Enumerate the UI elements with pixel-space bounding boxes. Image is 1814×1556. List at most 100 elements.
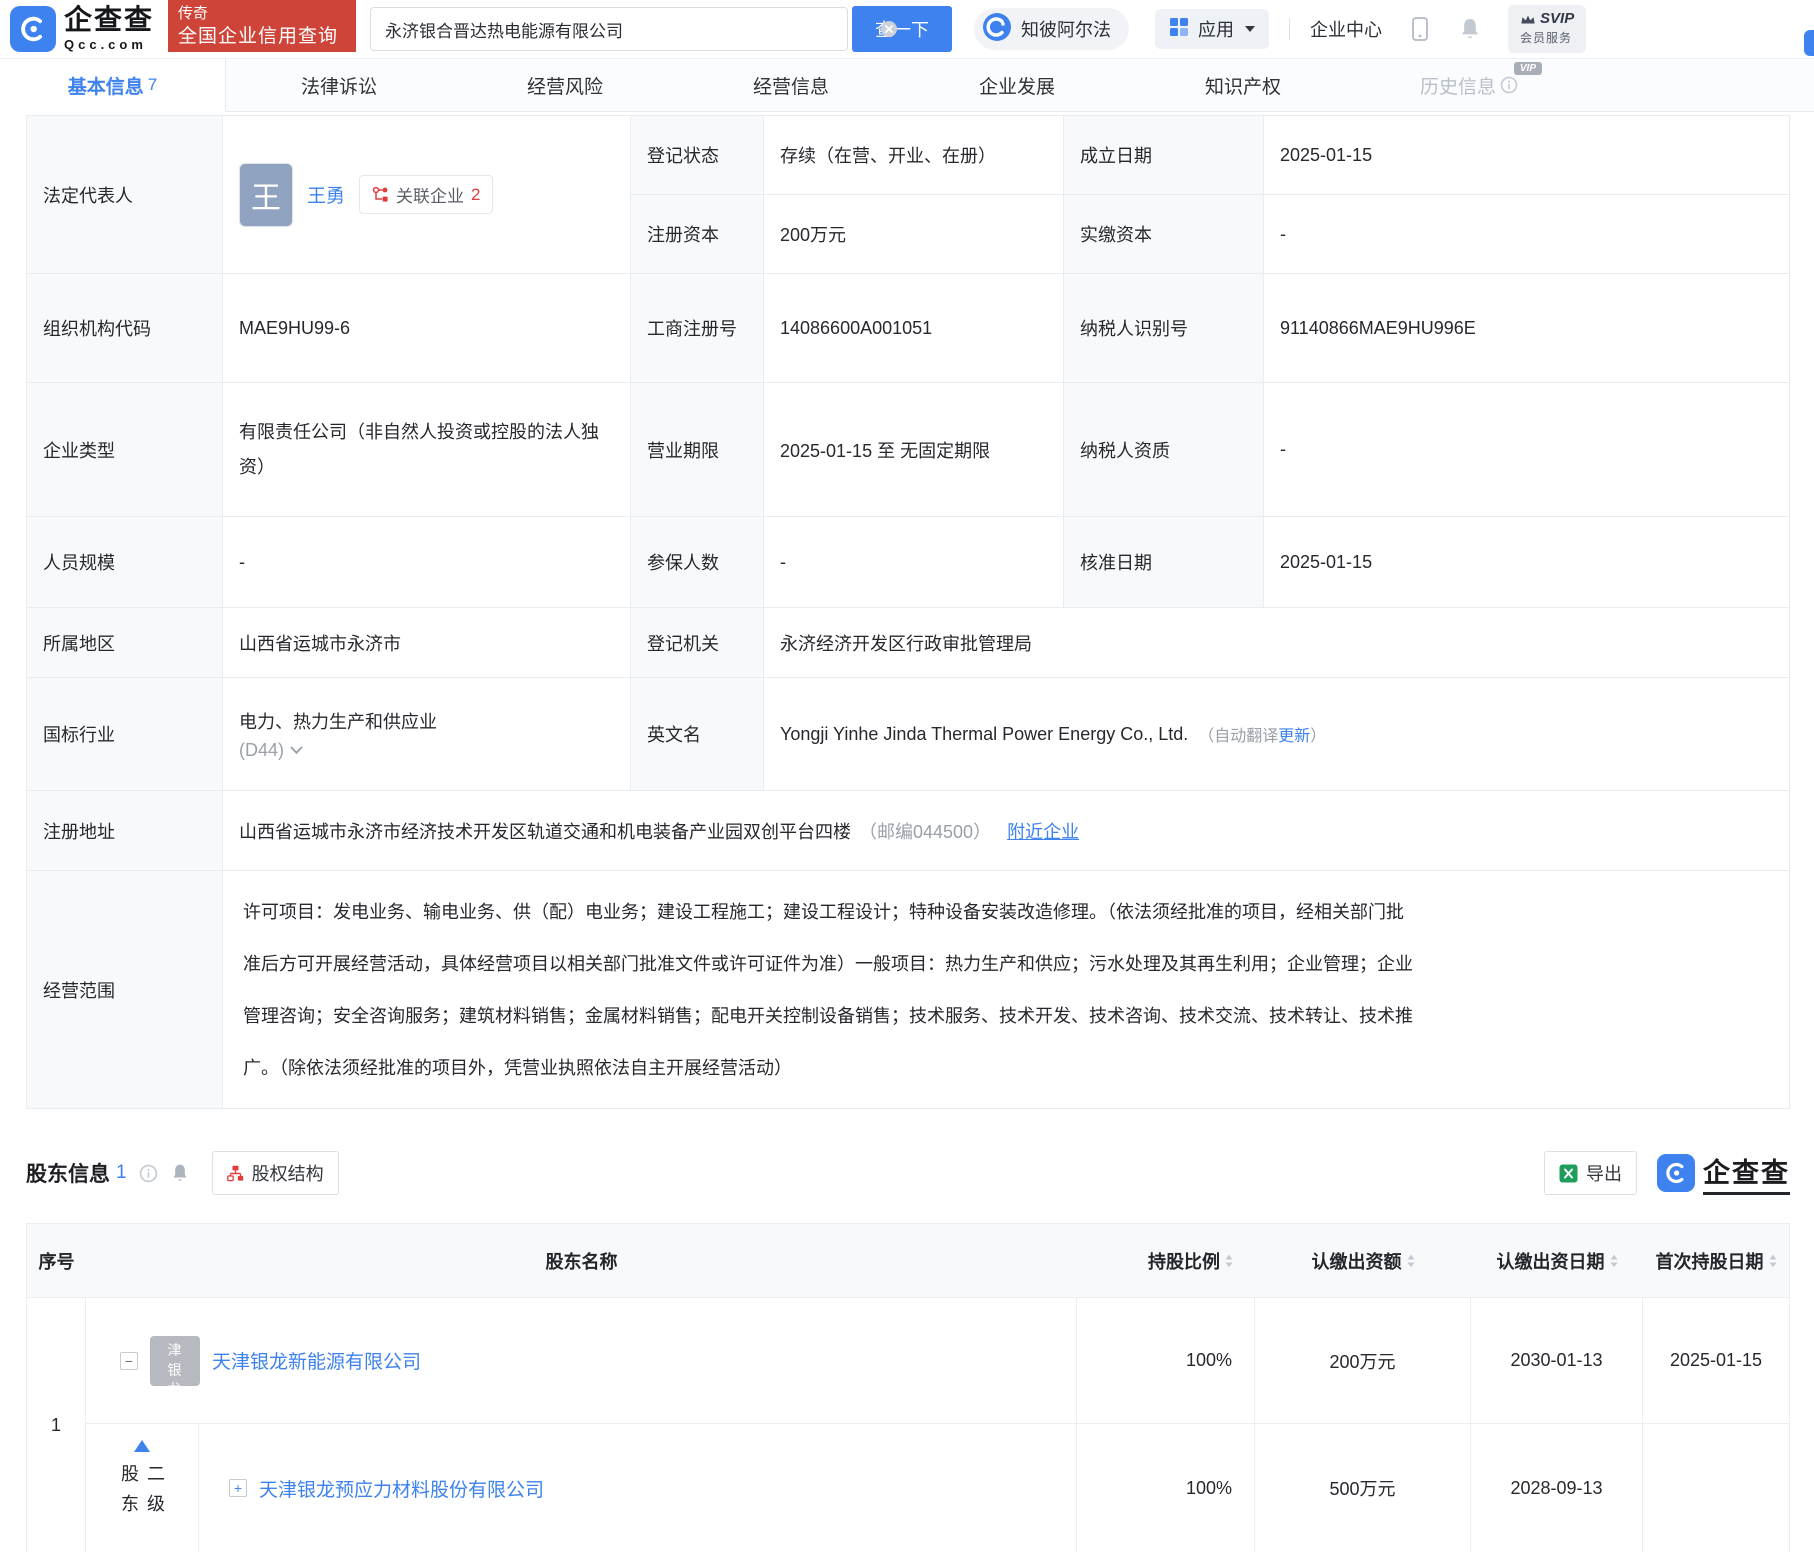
top-bar: 企查查 Qcc.com 传奇 全国企业信用查询 查一下 知彼阿尔法 应用 企业中… xyxy=(0,0,1814,58)
industry-code-toggle[interactable]: (D44) xyxy=(239,740,303,761)
table-row: 经营范围 许可项目：发电业务、输电业务、供（配）电业务；建设工程施工；建设工程设… xyxy=(27,871,1789,1108)
tab-label: 法律诉讼 xyxy=(301,72,377,99)
staff-size-label: 人员规模 xyxy=(27,517,223,607)
qcc-logo-text: 企查查 xyxy=(1703,1151,1790,1195)
related-companies-button[interactable]: 关联企业 2 xyxy=(359,175,493,214)
shareholder-section-header: 股东信息 1 股权结构 导出 企查查 xyxy=(26,1151,1790,1195)
tab-company-development[interactable]: 企业发展 xyxy=(904,59,1130,112)
company-type-label: 企业类型 xyxy=(27,383,223,516)
taxpayer-qual-label: 纳税人资质 xyxy=(1064,383,1264,516)
table-row: 人员规模 - 参保人数 - 核准日期 2025-01-15 xyxy=(27,517,1789,608)
svip-label: SVIP xyxy=(1540,11,1574,28)
expand-toggle[interactable]: + xyxy=(229,1479,247,1497)
reg-authority-value: 永济经济开发区行政审批管理局 xyxy=(764,608,1789,677)
equity-structure-icon xyxy=(227,1165,244,1182)
est-date-label: 成立日期 xyxy=(1064,116,1264,194)
info-icon[interactable] xyxy=(139,1164,158,1183)
notification-bell-icon[interactable] xyxy=(1458,16,1482,42)
search-button[interactable]: 查一下 xyxy=(852,6,952,52)
enterprise-center-link[interactable]: 企业中心 xyxy=(1310,16,1382,42)
sub-date-value: 2028-09-13 xyxy=(1471,1424,1643,1552)
biz-term-label: 营业期限 xyxy=(631,383,764,516)
apps-label: 应用 xyxy=(1198,16,1234,42)
apps-grid-icon xyxy=(1169,17,1189,42)
tab-label: 知识产权 xyxy=(1205,72,1281,99)
qcc-logo[interactable]: 企查查 Qcc.com xyxy=(10,6,154,52)
search-input[interactable] xyxy=(370,7,848,51)
region-label: 所属地区 xyxy=(27,608,223,677)
vip-badge: VIP xyxy=(1514,62,1542,75)
mobile-app-button[interactable] xyxy=(1408,16,1432,42)
shareholder-link[interactable]: 天津银龙预应力材料股份有限公司 xyxy=(259,1475,544,1502)
edge-float-button[interactable] xyxy=(1804,30,1814,56)
sub-date-value: 2030-01-13 xyxy=(1471,1298,1643,1423)
chevron-down-icon xyxy=(290,746,303,755)
scope-label: 经营范围 xyxy=(27,871,223,1108)
level-up-arrow-icon[interactable] xyxy=(134,1440,150,1452)
export-button[interactable]: 导出 xyxy=(1544,1151,1637,1195)
en-name-note: （自动翻译更新） xyxy=(1198,722,1326,746)
tab-intellectual-property[interactable]: 知识产权 xyxy=(1130,59,1356,112)
avatar[interactable]: 天津银龙 xyxy=(150,1336,200,1386)
apps-menu-button[interactable]: 应用 xyxy=(1155,9,1269,49)
clear-search-icon[interactable] xyxy=(880,20,898,38)
sort-icon xyxy=(1407,1254,1415,1268)
first-date-value: 2025-01-15 xyxy=(1643,1298,1789,1423)
chevron-down-icon xyxy=(1245,26,1255,32)
equity-structure-label: 股权结构 xyxy=(252,1160,324,1186)
monitor-bell-icon[interactable] xyxy=(170,1162,190,1184)
shareholder-link[interactable]: 天津银龙新能源有限公司 xyxy=(212,1347,421,1374)
nearby-companies-link[interactable]: 附近企业 xyxy=(1007,818,1079,844)
shareholder-count: 1 xyxy=(116,1162,127,1184)
tab-history-info[interactable]: VIP 历史信息 xyxy=(1356,59,1582,112)
promo-banner: 传奇 全国企业信用查询 xyxy=(168,0,356,52)
sort-icon xyxy=(1610,1254,1618,1268)
industry-value: 电力、热力生产和供应业 xyxy=(239,708,437,734)
table-row: 注册地址 山西省运城市永济市经济技术开发区轨道交通和机电装备产业园双创平台四楼 … xyxy=(27,791,1789,871)
industry-code: (D44) xyxy=(239,740,284,761)
tab-operating-info[interactable]: 经营信息 xyxy=(678,59,904,112)
col-sub-date-sort[interactable]: 认缴出资日期 xyxy=(1471,1248,1643,1274)
legal-rep-label: 法定代表人 xyxy=(27,116,223,273)
est-date-value: 2025-01-15 xyxy=(1264,116,1789,194)
col-amount-sort[interactable]: 认缴出资额 xyxy=(1255,1248,1471,1274)
reg-status-label: 登记状态 xyxy=(631,116,764,194)
tab-bar-filler xyxy=(1582,59,1814,112)
col-first-date-sort[interactable]: 首次持股日期 xyxy=(1643,1248,1789,1274)
biz-term-value: 2025-01-15 至 无固定期限 xyxy=(764,383,1064,516)
alpha-icon xyxy=(982,12,1012,47)
row-index: 1 xyxy=(27,1298,86,1552)
zhibi-alpha-button[interactable]: 知彼阿尔法 xyxy=(974,8,1129,50)
tab-label: 经营信息 xyxy=(753,72,829,99)
taxpayer-id-label: 纳税人识别号 xyxy=(1064,274,1264,382)
search-bar: 查一下 xyxy=(370,6,952,52)
table-row: 注册资本 200万元 实缴资本 - xyxy=(631,195,1789,273)
reg-authority-label: 登记机关 xyxy=(631,608,764,677)
svip-sublabel: 会员服务 xyxy=(1520,29,1574,46)
reg-status-value: 存续（在营、开业、在册） xyxy=(764,116,1064,194)
info-icon xyxy=(1500,76,1518,94)
tab-legal-litigation[interactable]: 法律诉讼 xyxy=(226,59,452,112)
tab-basic-info[interactable]: 基本信息 7 xyxy=(0,59,226,112)
avatar[interactable]: 王 xyxy=(239,163,293,227)
qcc-logo-icon xyxy=(1657,1154,1695,1192)
table-row: 组织机构代码 MAE9HU99-6 工商注册号 14086600A001051 … xyxy=(27,274,1789,383)
svip-member-button[interactable]: SVIP 会员服务 xyxy=(1508,5,1586,54)
level-label: 二级股东 xyxy=(116,1464,168,1552)
tab-label: 基本信息 xyxy=(68,72,144,99)
reg-capital-label: 注册资本 xyxy=(631,195,764,273)
tab-operating-risk[interactable]: 经营风险 xyxy=(452,59,678,112)
equity-structure-button[interactable]: 股权结构 xyxy=(212,1151,339,1195)
company-type-value: 有限责任公司（非自然人投资或控股的法人独资） xyxy=(239,415,614,483)
table-row: 登记状态 存续（在营、开业、在册） 成立日期 2025-01-15 xyxy=(631,116,1789,195)
legal-rep-link[interactable]: 王勇 xyxy=(307,181,345,208)
org-code-label: 组织机构代码 xyxy=(27,274,223,382)
staff-size-value: - xyxy=(223,517,631,607)
industry-label: 国标行业 xyxy=(27,678,223,790)
tab-label: 历史信息 xyxy=(1420,72,1496,99)
en-name-update-link[interactable]: 更新 xyxy=(1278,728,1310,745)
collapse-toggle[interactable]: − xyxy=(120,1352,138,1370)
alpha-label: 知彼阿尔法 xyxy=(1021,16,1111,42)
table-row: 国标行业 电力、热力生产和供应业 (D44) 英文名 Yongji Yinhe … xyxy=(27,678,1789,791)
col-ratio-sort[interactable]: 持股比例 xyxy=(1077,1248,1255,1274)
